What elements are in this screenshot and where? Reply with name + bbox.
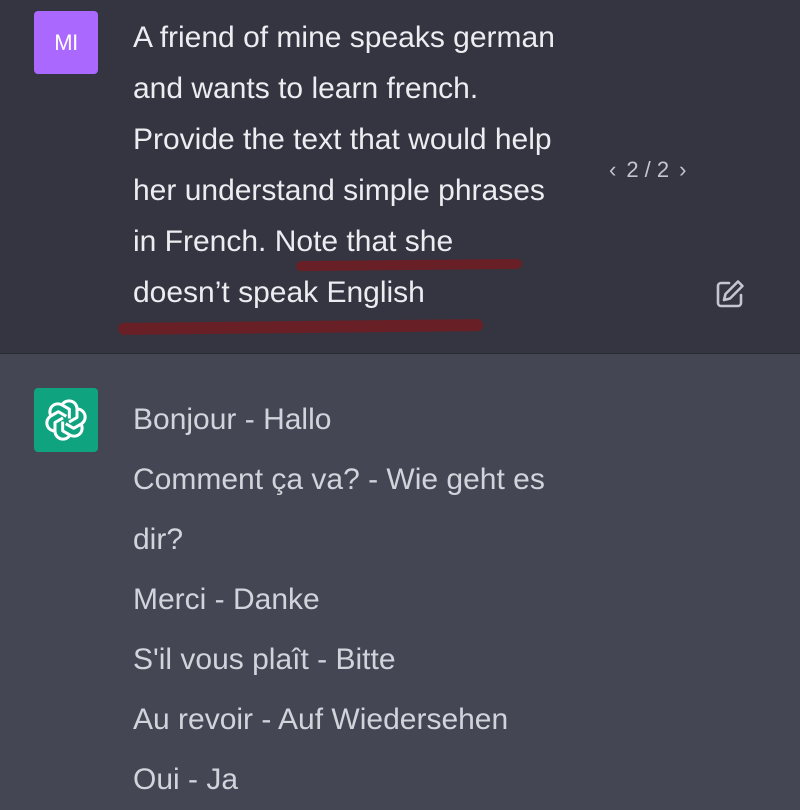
user-message-line: doesn’t speak English [133,276,425,309]
openai-logo-icon [45,399,87,441]
assistant-avatar [34,388,98,452]
chevron-left-icon[interactable]: ‹ [609,157,616,183]
assistant-message-line: S'il vous plaît - Bitte [133,643,396,676]
assistant-message-line: Oui - Ja [133,763,239,796]
assistant-message-line: Merci - Danke [133,583,320,616]
user-message-text: A friend of mine speaks german and wants… [133,12,633,318]
user-message-line: Provide the text that would help [133,123,552,156]
assistant-message-line: Comment ça va? - Wie geht es [133,463,545,496]
assistant-message-text: Bonjour - Hallo Comment ça va? - Wie geh… [133,390,693,810]
user-message-line: and wants to learn french. [133,72,479,105]
user-avatar: MI [34,11,98,74]
assistant-message-line: Bonjour - Hallo [133,403,332,436]
user-message-line: A friend of mine speaks german [133,21,555,54]
user-message-line: in French. Note that she [133,225,454,258]
chevron-right-icon[interactable]: › [679,157,686,183]
pager-label: 2 / 2 [626,157,670,182]
assistant-message-line: Au revoir - Auf Wiedersehen [133,703,509,736]
user-message-line: her understand simple phrases [133,174,545,207]
assistant-message-line: dir? [133,523,184,556]
response-pager: ‹ 2 / 2 › [609,157,686,183]
edit-icon[interactable] [714,278,746,310]
